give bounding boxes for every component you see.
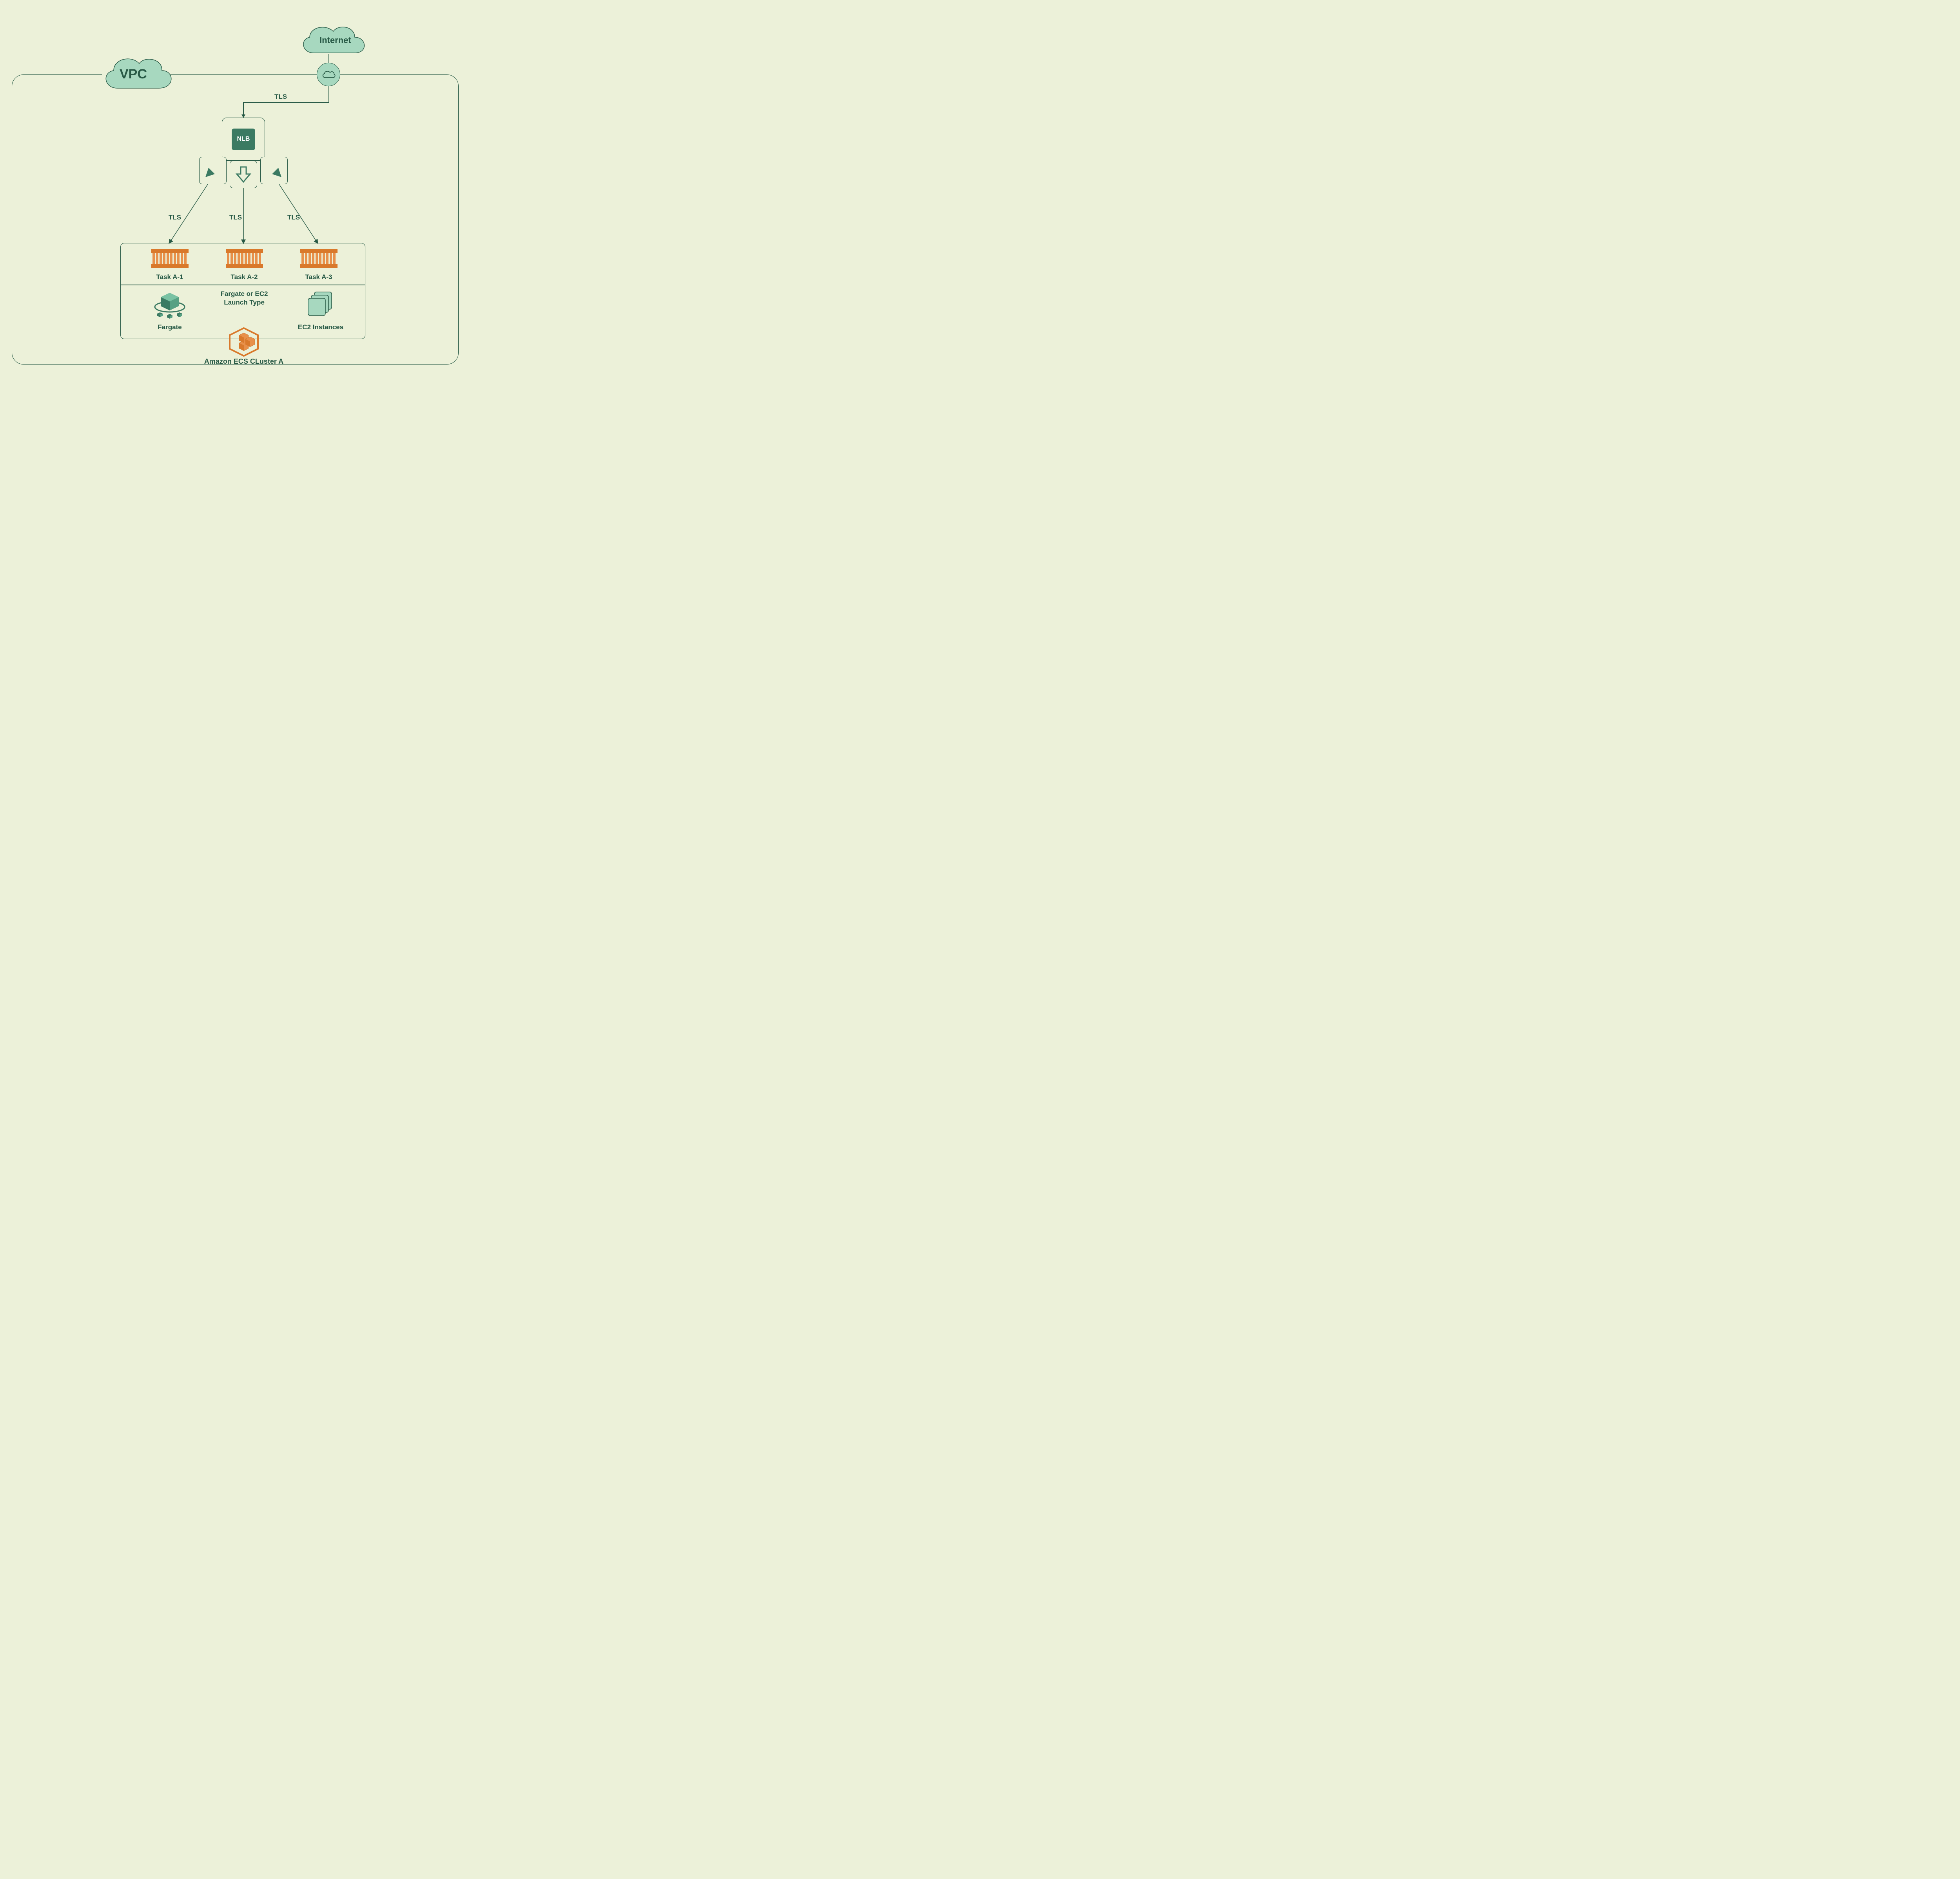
- vpc-label: VPC: [120, 67, 147, 82]
- task-a3: Task A-3: [291, 247, 346, 281]
- tls-label: TLS: [169, 214, 181, 221]
- ec2-instances-icon: [305, 290, 336, 320]
- connector-line: [243, 102, 329, 103]
- vpc-cloud: VPC: [100, 51, 174, 100]
- container-icon: [226, 247, 263, 269]
- arrow-down-right-icon: [264, 161, 284, 180]
- task-a1: Task A-1: [142, 247, 197, 281]
- connector-line: [328, 54, 329, 63]
- arrow-down-left-icon: [203, 161, 223, 180]
- internet-label: Internet: [319, 35, 351, 45]
- task-label: Task A-1: [142, 273, 197, 281]
- route-target-left: [199, 157, 227, 184]
- route-target-right: [260, 157, 288, 184]
- container-icon: [151, 247, 189, 269]
- tls-label: TLS: [274, 93, 287, 101]
- fargate-label: Fargate: [142, 323, 197, 331]
- ecs-cluster-box: Task A-1 Task A-2: [120, 243, 365, 339]
- fargate-icon: [152, 290, 187, 320]
- connector-line: [243, 102, 244, 115]
- arrow-down-outline-icon: [234, 165, 253, 184]
- route-target-mid: [230, 161, 257, 188]
- tls-label: TLS: [287, 214, 300, 221]
- ec2-label: EC2 Instances: [291, 323, 350, 331]
- nlb-box: NLB: [222, 118, 265, 161]
- fargate-item: Fargate: [142, 290, 197, 331]
- connector-line: [328, 86, 329, 102]
- task-a2: Task A-2: [217, 247, 272, 281]
- internet-gateway-icon: [317, 63, 340, 86]
- ec2-item: EC2 Instances: [291, 290, 350, 331]
- cluster-label: Amazon ECS CLuster A: [197, 357, 291, 366]
- task-label: Task A-2: [217, 273, 272, 281]
- internet-cloud: Internet: [296, 20, 370, 65]
- tls-label: TLS: [229, 214, 242, 221]
- launch-type-text: Fargate or EC2 Launch Type: [217, 290, 272, 307]
- container-icon: [300, 247, 338, 269]
- nlb-label: NLB: [232, 129, 255, 150]
- ecs-icon: [227, 327, 261, 357]
- cloud-outline-icon: [321, 70, 336, 79]
- task-label: Task A-3: [291, 273, 346, 281]
- ecs-cluster-icon-group: [224, 327, 263, 359]
- launch-type-label: Fargate or EC2 Launch Type: [217, 290, 272, 307]
